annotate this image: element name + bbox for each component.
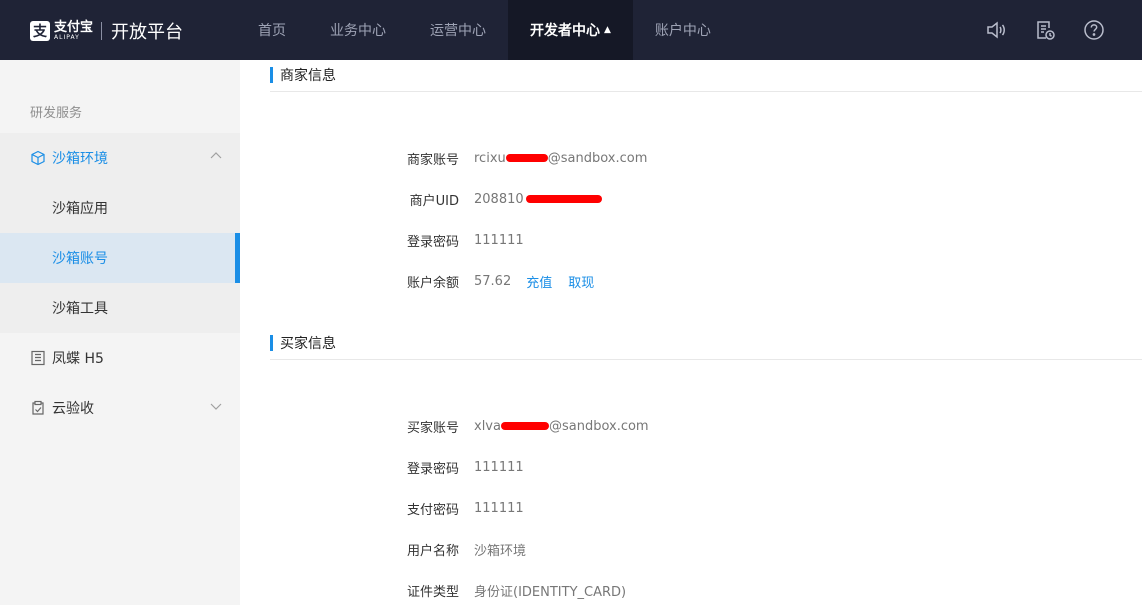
merchant-password-value: 111111 <box>474 232 524 248</box>
logo-en: ALIPAY <box>54 34 80 41</box>
merchant-balance-value: 57.62 <box>474 273 512 289</box>
buyer-account-row: 买家账号 xlva @sandbox.com <box>240 416 649 436</box>
buyer-username-row: 用户名称 沙箱环境 <box>240 539 526 559</box>
caret-up-icon: ▲ <box>604 25 611 35</box>
platform-title: 开放平台 <box>111 22 184 43</box>
sidebar-item-sandbox-app[interactable]: 沙箱应用 <box>0 183 240 233</box>
buyer-pay-password-row: 支付密码 111111 <box>240 498 524 518</box>
redaction-mark <box>500 422 549 430</box>
sidebar-item-sandbox-env[interactable]: 沙箱环境 <box>0 133 240 183</box>
brand[interactable]: 支 支付宝 ALIPAY 开放平台 <box>30 19 183 43</box>
logo-cn: 支付宝 <box>54 20 94 35</box>
document-clock-icon[interactable] <box>1033 18 1057 42</box>
buyer-section-divider <box>270 359 1142 360</box>
chevron-up-icon <box>210 152 222 159</box>
buyer-section-title-text: 买家信息 <box>280 336 336 352</box>
buyer-login-password-value: 111111 <box>474 459 524 475</box>
sidebar-item-sandbox-app-label: 沙箱应用 <box>52 201 108 217</box>
merchant-account-prefix: rcixu <box>474 150 506 166</box>
nav-home-label: 首页 <box>258 23 286 39</box>
nav-business-center-label: 业务中心 <box>330 23 386 39</box>
merchant-uid-label: 商户UID <box>409 193 459 209</box>
buyer-pay-password-label: 支付密码 <box>406 502 459 518</box>
merchant-account-label: 商家账号 <box>406 152 459 168</box>
merchant-uid-value: 208810 <box>474 192 602 207</box>
buyer-login-password-label: 登录密码 <box>406 461 459 477</box>
sidebar-item-sandbox-account-label: 沙箱账号 <box>52 251 108 267</box>
sidebar-item-fengdie-label: 凤蝶 H5 <box>52 351 104 367</box>
sidebar-item-sandbox-tools[interactable]: 沙箱工具 <box>0 283 240 333</box>
nav-developer-center[interactable]: 开发者中心 ▲ <box>508 0 633 60</box>
brand-divider <box>101 22 103 40</box>
redaction-mark <box>525 195 602 203</box>
merchant-account-row: 商家账号 rcixu @sandbox.com <box>240 148 647 168</box>
buyer-username-value: 沙箱环境 <box>474 543 527 559</box>
buyer-id-type-value: 身份证(IDENTITY_CARD) <box>474 584 627 600</box>
merchant-password-row: 登录密码 111111 <box>240 230 524 250</box>
speaker-icon[interactable] <box>984 18 1008 42</box>
sidebar-item-sandbox-tools-label: 沙箱工具 <box>52 301 108 317</box>
top-navigation-bar: 支 支付宝 ALIPAY 开放平台 首页 业务中心 运营中心 开发者中心 ▲ 账户… <box>0 0 1142 60</box>
merchant-uid-prefix: 208810 <box>474 191 524 207</box>
buyer-account-suffix: @sandbox.com <box>548 418 649 434</box>
buyer-id-type-label: 证件类型 <box>406 584 459 600</box>
merchant-section-divider <box>270 91 1142 92</box>
merchant-balance-row: 账户余额 57.62 充值 取现 <box>240 271 594 291</box>
buyer-pay-password-value: 111111 <box>474 500 524 516</box>
nav-operations-center-label: 运营中心 <box>430 23 486 39</box>
buyer-account-label: 买家账号 <box>406 420 459 436</box>
sidebar-section-label: 研发服务 <box>30 106 83 121</box>
buyer-id-type-row: 证件类型 身份证(IDENTITY_CARD) <box>240 580 626 600</box>
nav-business-center[interactable]: 业务中心 <box>308 0 408 60</box>
building-icon <box>30 350 46 366</box>
buyer-login-password-row: 登录密码 111111 <box>240 457 524 477</box>
nav-account-center-label: 账户中心 <box>654 23 711 39</box>
buyer-account-value: xlva @sandbox.com <box>474 419 649 434</box>
nav-account-center[interactable]: 账户中心 <box>633 0 733 60</box>
withdraw-link[interactable]: 取现 <box>568 272 594 291</box>
nav-home[interactable]: 首页 <box>236 0 308 60</box>
alipay-logo-icon: 支 <box>30 21 50 41</box>
buyer-section-title: 买家信息 <box>270 335 336 352</box>
sidebar: 研发服务 沙箱环境 沙箱应用 沙箱账号 沙箱工具 凤蝶 H5 云验收 <box>0 60 240 605</box>
merchant-section-title-text: 商家信息 <box>280 68 336 84</box>
nav-operations-center[interactable]: 运营中心 <box>408 0 508 60</box>
sidebar-group-sandbox: 沙箱环境 沙箱应用 沙箱账号 沙箱工具 <box>0 133 240 333</box>
buyer-account-prefix: xlva <box>474 418 501 434</box>
recharge-link[interactable]: 充值 <box>526 272 552 291</box>
sidebar-item-cloud-check-label: 云验收 <box>52 401 94 417</box>
sidebar-item-fengdie[interactable]: 凤蝶 H5 <box>0 333 240 383</box>
nav-developer-center-label: 开发者中心 <box>530 23 600 39</box>
alipay-logo-text: 支付宝 ALIPAY <box>54 21 93 41</box>
sidebar-item-sandbox-env-label: 沙箱环境 <box>52 151 108 167</box>
sidebar-item-cloud-check[interactable]: 云验收 <box>0 383 240 433</box>
buyer-username-label: 用户名称 <box>406 543 459 559</box>
sidebar-plain-items: 凤蝶 H5 云验收 <box>0 333 240 433</box>
merchant-account-value: rcixu @sandbox.com <box>474 151 647 166</box>
clipboard-check-icon <box>30 400 46 416</box>
merchant-account-suffix: @sandbox.com <box>547 150 648 166</box>
merchant-password-label: 登录密码 <box>406 234 459 250</box>
redaction-mark <box>505 154 548 162</box>
help-icon[interactable] <box>1082 18 1106 42</box>
main-nav: 首页 业务中心 运营中心 开发者中心 ▲ 账户中心 <box>236 0 733 60</box>
merchant-balance-label: 账户余额 <box>406 275 459 291</box>
main-content: 商家信息 商家账号 rcixu @sandbox.com 商户UID 20881… <box>240 60 1142 605</box>
merchant-uid-row: 商户UID 208810 <box>240 189 602 209</box>
chevron-down-icon <box>210 403 222 410</box>
merchant-section-title: 商家信息 <box>270 67 336 84</box>
cube-icon <box>30 150 46 166</box>
header-actions <box>984 18 1106 42</box>
sidebar-item-sandbox-account[interactable]: 沙箱账号 <box>0 233 240 283</box>
